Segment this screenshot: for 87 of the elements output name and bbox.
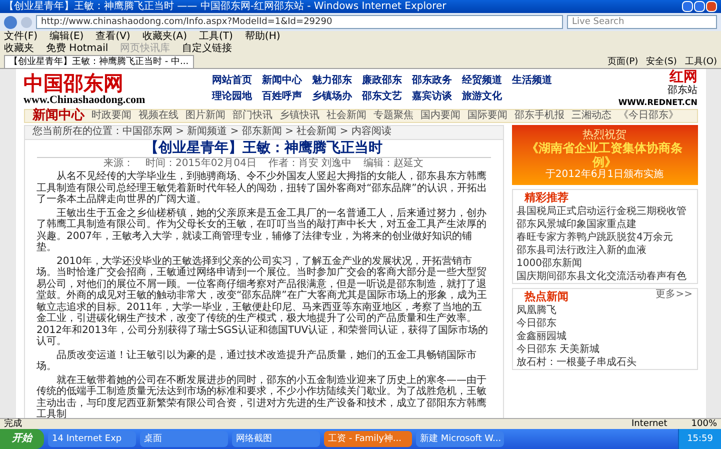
nav-link[interactable]: 百姓呼声 bbox=[262, 91, 302, 103]
nav-link[interactable]: 理论园地 bbox=[212, 91, 252, 103]
news-link[interactable]: 1000邵东新闻 bbox=[516, 257, 692, 270]
taskbar-button[interactable]: 14 Internet Exp bbox=[48, 431, 136, 447]
news-link[interactable]: 国庆期间邵东县文化交流活动春声有色 bbox=[516, 270, 692, 283]
subnav-link[interactable]: 国内要闻 bbox=[420, 110, 460, 122]
site-url: www.Chinashaodong.com bbox=[24, 94, 146, 106]
subnav-link[interactable]: 乡镇快讯 bbox=[280, 110, 320, 122]
panel-title: 精彩推荐 bbox=[523, 190, 570, 205]
nav-link[interactable]: 邵东文艺 bbox=[362, 91, 402, 103]
address-field[interactable]: http://www.chinashaodong.com/Info.aspx?ModelId=1&Id=29290 bbox=[36, 15, 563, 29]
taskbar-button[interactable]: 网络截图 bbox=[232, 431, 320, 447]
subnav-link[interactable]: 《今日邵东》 bbox=[618, 110, 678, 122]
menu-item[interactable]: 工具(T) bbox=[199, 31, 233, 43]
window-title: 【创业星青年】王敏：神鹰腾飞正当时 —— 中国邵东网-红网邵东站 - Windows Internet Explorer bbox=[4, 0, 446, 12]
subnav-link[interactable]: 部门快讯 bbox=[232, 110, 272, 122]
subnav-link[interactable]: 邵东手机报 bbox=[514, 110, 564, 122]
article-title: 【创业星青年】王敏：神鹰腾飞正当时 bbox=[36, 140, 490, 158]
start-button[interactable]: 开始 bbox=[0, 429, 44, 449]
partner-url: WWW.REDNET.CN bbox=[618, 97, 698, 109]
status-text: 完成 bbox=[4, 419, 22, 429]
zoom-control[interactable]: 100% bbox=[691, 419, 717, 429]
favorites-link[interactable]: 免费 Hotmail bbox=[46, 43, 108, 55]
command-button[interactable]: 安全(S) bbox=[646, 56, 677, 68]
minimize-button[interactable] bbox=[682, 1, 693, 12]
news-link[interactable]: 今日邵东 天美新城 bbox=[516, 343, 692, 356]
nav-link[interactable]: 廉政邵东 bbox=[362, 75, 402, 87]
maximize-button[interactable] bbox=[694, 1, 705, 12]
menu-item[interactable]: 查看(V) bbox=[96, 31, 130, 43]
search-field[interactable]: Live Search bbox=[567, 15, 717, 29]
news-link[interactable]: 县国税局正式启动运行金税三期税收管 bbox=[516, 205, 692, 218]
breadcrumb: 您当前所在的位置：中国邵东网 > 新闻频道 > 邵东新闻 > 社会新闻 > 内容阅读 bbox=[24, 126, 502, 140]
nav-link[interactable]: 魅力邵东 bbox=[312, 75, 352, 87]
command-button[interactable]: 页面(P) bbox=[608, 56, 638, 68]
article-meta: 作者：肖安 刘逸中 bbox=[268, 158, 352, 170]
subnav-link[interactable]: 时政要闻 bbox=[92, 110, 132, 122]
browser-tab[interactable]: 【创业星青年】王敏：神鹰腾飞正当时 - 中... bbox=[4, 55, 194, 68]
panel-title: 热点新闻 bbox=[523, 289, 568, 304]
news-link[interactable]: 今日邵东 bbox=[516, 317, 692, 330]
banner-date: 于2012年6月1日颁布实施 bbox=[545, 169, 664, 181]
menu-item[interactable]: 收藏夹(A) bbox=[142, 31, 187, 43]
news-link[interactable]: 凤凰腾飞 bbox=[516, 304, 692, 317]
news-link[interactable]: 春旺专家方养鸭户跳跃脱贫4万余元 bbox=[516, 231, 692, 244]
news-link[interactable]: 金鑫丽园城 bbox=[516, 330, 692, 343]
back-button[interactable] bbox=[4, 16, 17, 28]
nav-link[interactable]: 邵东政务 bbox=[412, 75, 452, 87]
news-link[interactable]: 邵东风景城印象国家重点建 bbox=[516, 218, 692, 231]
section-title: 新闻中心 bbox=[32, 110, 84, 122]
menu-item[interactable]: 文件(F) bbox=[4, 31, 38, 43]
article-paragraph: 从名不见经传的大学毕业生，到驰骋商场、令不少外国友人竖起大拇指的女能人，邵东县东方韩鹰工具制造有限公司总经理王敏凭着新时代年轻人的闯劲，扭转了国外客商对“邵东品牌”的认识，开拓出了一条本土品牌走向世界的广阔大道。 bbox=[36, 171, 488, 206]
news-link[interactable]: 放石村：一根蔓子串成石头 bbox=[516, 356, 692, 369]
nav-link[interactable]: 乡镇场办 bbox=[312, 91, 352, 103]
taskbar-button[interactable]: 新建 Microsoft W... bbox=[416, 431, 504, 447]
menu-item[interactable]: 帮助(H) bbox=[244, 31, 280, 43]
menu-item[interactable]: 编辑(E) bbox=[50, 31, 84, 43]
taskbar-button[interactable]: 桌面 bbox=[140, 431, 228, 447]
favorites-link[interactable]: 自定义链接 bbox=[182, 43, 232, 55]
favorites-link[interactable]: 收藏夹 bbox=[4, 43, 34, 55]
nav-link[interactable]: 网站首页 bbox=[212, 75, 252, 87]
article-meta: 时间：2015年02月04日 bbox=[145, 158, 256, 170]
subnav-link[interactable]: 社会新闻 bbox=[326, 110, 366, 122]
news-link[interactable]: 邵东县司法行政注入新的血液 bbox=[516, 244, 692, 257]
more-link[interactable]: 更多>> bbox=[656, 289, 692, 304]
subnav-link[interactable]: 专题聚焦 bbox=[374, 110, 414, 122]
site-logo: 中国邵东网 bbox=[24, 72, 124, 94]
close-button[interactable] bbox=[706, 1, 717, 12]
zone-label: Internet bbox=[632, 419, 668, 429]
banner-title: 《湖南省企业工资集体协商条例》 bbox=[526, 141, 684, 169]
article-paragraph: 王敏出生于五金之乡仙槎桥镇，她的父亲原来是五金工具厂的一名普通工人，后来通过努力，创办了韩鹰工具制造有限公司。作为父母长女的王敏，在叮叮当当的敲打声中长大，对五金工具产生浓厚的兴趣。2007年，王敏考入大学，就读工商管理专业，辅修了法律专业，为将来的创业做好知识的铺垫。 bbox=[36, 208, 488, 254]
subnav-link[interactable]: 三湘动态 bbox=[572, 110, 612, 122]
partner-subtitle: 邵东站 bbox=[668, 85, 698, 97]
article-meta: 来源： bbox=[103, 158, 134, 170]
command-button[interactable]: 工具(O) bbox=[684, 56, 717, 68]
clock: 15:59 bbox=[678, 429, 721, 449]
article-paragraph: 2010年，大学还没毕业的王敏选择到父亲的公司实习，了解五金产业的发展状况，开拓营销市场。当时恰逢广交会招商，王敏通过网络申请到一个展位。当时参加广交会的客商大部分是一些大型贸易公司，对他们的展位不屑一顾。一位客商仔细考察对产品很满意，但是一听说是邵东制造，就打了退堂鼓。外商的成见对王敏的触动非常大，改变“邵东品牌”在广大客商尤其是国际市场上的形象，成为王敏立志追求的目标。2011年，大学一毕业，王敏便赴印尼、马来西亚等东南亚地区，考察了当地的五金工业，引进碳化钢生产技术，改变了传统的生产模式，极大地提升了公司的产品质量和生产效率。2012年和2013年，公司分别获得了瑞士SGS认证和德国TUV认证，和荣誉同认证，获得了国际市场的认可。 bbox=[36, 256, 490, 348]
nav-link[interactable]: 经贸频道 bbox=[462, 75, 502, 87]
banner-heading: 热烈祝贺 bbox=[582, 129, 626, 141]
nav-link[interactable]: 嘉宾访谈 bbox=[412, 91, 452, 103]
nav-link[interactable]: 生活频道 bbox=[512, 75, 552, 87]
partner-logo: 红网 bbox=[670, 69, 698, 85]
subnav-link[interactable]: 图片新闻 bbox=[186, 110, 226, 122]
nav-link[interactable]: 新闻中心 bbox=[262, 75, 302, 87]
subnav-link[interactable]: 视频在线 bbox=[138, 110, 178, 122]
nav-link[interactable]: 旅游文化 bbox=[462, 91, 502, 103]
article-paragraph: 品质改变运道！让王敏引以为豪的是，通过技术改造提升产品质量，她们的五金工具畅销国际市场。 bbox=[36, 350, 478, 372]
subnav-link[interactable]: 国际要闻 bbox=[468, 110, 508, 122]
article-meta: 编辑：赵延文 bbox=[364, 158, 424, 170]
